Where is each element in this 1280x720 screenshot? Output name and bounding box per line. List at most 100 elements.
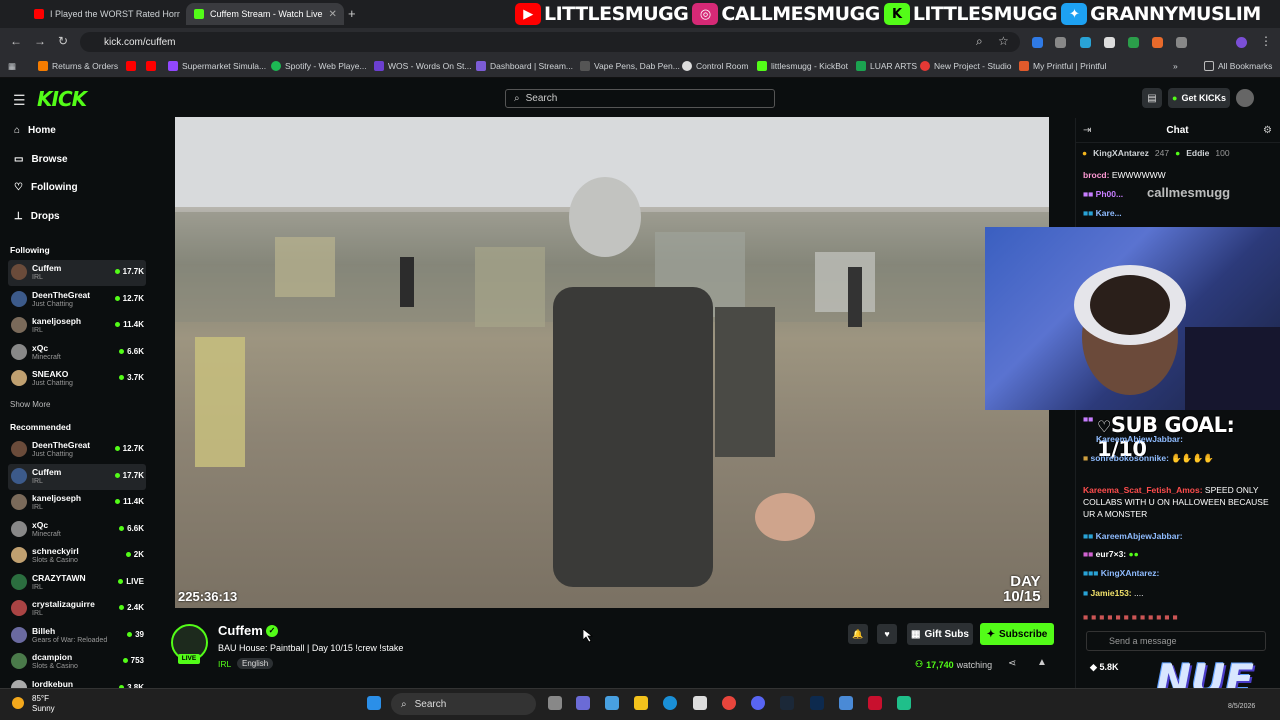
chat-username[interactable]: Jamie153: [1091,588,1132,598]
chat-username[interactable]: Kareema_Scat_Fetish_Amos: [1083,485,1203,495]
leader-name[interactable]: Eddie [1186,148,1209,158]
acrobat-icon[interactable] [868,696,882,710]
weather-widget[interactable]: 85°F Sunny [32,694,55,714]
photoshop-icon[interactable] [810,696,824,710]
sidebar-channel[interactable]: CRAZYTAWN IRL LIVE [8,570,146,596]
sidebar-channel[interactable]: xQc Minecraft 6.6K [8,340,146,366]
get-kicks-button[interactable]: ● Get KICKs [1168,88,1230,108]
teams-icon[interactable] [576,696,590,710]
notepad-icon[interactable] [839,696,853,710]
sidebar-channel[interactable]: DeenTheGreat Just Chatting 12.7K [8,437,146,463]
browser-tab-youtube[interactable]: I Played the WORST Rated Horr ✕ [26,3,182,25]
gift-subs-button[interactable]: ▦ Gift Subs [907,623,973,645]
category-link[interactable]: IRL [218,659,231,669]
chat-username[interactable]: Kare... [1096,208,1122,218]
sidebar-channel[interactable]: crystalizaguirre IRL 2.4K [8,596,146,622]
follow-heart-button[interactable]: ♥ [877,624,897,644]
extension-icon[interactable] [1152,37,1163,48]
nav-browse[interactable]: ▭ Browse [14,154,68,165]
steam-icon[interactable] [780,696,794,710]
bookmark-item[interactable]: New Project - Studio [920,61,1011,71]
copilot-icon[interactable] [605,696,619,710]
collapse-chat-icon[interactable]: ⇥ [1083,118,1091,143]
bookmarks-overflow-icon[interactable]: » [1173,61,1178,71]
taskbar-search[interactable]: ⌕ Search [391,693,536,715]
chat-input[interactable]: Send a message [1086,631,1266,651]
leader-name[interactable]: KingXAntarez [1093,148,1149,158]
bookmark-item[interactable]: littlesmugg - KickBot [757,61,848,71]
video-player[interactable] [175,117,1049,608]
forward-icon[interactable]: → [34,34,46,48]
sidebar-channel[interactable]: schneckyirl Slots & Casino 2K [8,543,146,569]
kick-logo[interactable]: KICK [37,87,87,111]
edge-icon[interactable] [663,696,677,710]
apps-grid-icon[interactable]: ▦ [8,61,16,72]
sidebar-channel[interactable]: kaneljoseph IRL 11.4K [8,490,146,516]
report-icon[interactable]: ▲ [1037,657,1047,668]
sidebar-channel[interactable]: DeenTheGreat Just Chatting 12.7K [8,287,146,313]
chat-username[interactable]: sonrebokosonnike: [1091,453,1169,463]
chrome-icon[interactable] [722,696,736,710]
store-icon[interactable] [693,696,707,710]
bookmark-item[interactable]: LUAR ARTS [856,61,917,71]
sidebar-channel[interactable]: Cuffem IRL 17.7K [8,463,146,490]
chat-username[interactable]: KareemAbjewJabbar: [1096,434,1183,444]
reload-icon[interactable]: ↻ [58,34,68,48]
nav-drops[interactable]: ⊥ Drops [14,211,60,222]
sidebar-channel[interactable]: Cuffem IRL 17.7K [8,260,146,286]
streamer-name[interactable]: Cuffem [218,623,263,638]
bookmark-item[interactable] [146,61,156,71]
bookmark-item[interactable]: Dashboard | Stream... [476,61,573,71]
file-explorer-icon[interactable] [634,696,648,710]
nav-home[interactable]: ⌂ Home [14,125,56,136]
user-avatar[interactable] [1236,89,1254,107]
chat-username[interactable]: brocd: [1083,170,1109,180]
profile-avatar[interactable] [1236,37,1247,48]
bookmark-star-icon[interactable]: ☆ [998,34,1009,48]
extension-icon[interactable] [1055,37,1066,48]
sidebar-channel[interactable]: Billeh Gears of War: Reloaded 39 [8,623,146,649]
chat-username[interactable]: KareemAbjewJabbar: [1096,531,1183,541]
sidebar-channel[interactable]: SNEAKO Just Chatting 3.7K [8,366,146,392]
bookmark-item[interactable]: WOS - Words On St... [374,61,471,71]
language-tag[interactable]: English [237,658,274,669]
menu-hamburger-icon[interactable]: ☰ [13,92,26,109]
close-tab-icon[interactable]: ✕ [329,9,337,20]
task-view-icon[interactable] [548,696,562,710]
sidebar-channel[interactable]: xQc Minecraft 6.6K [8,517,146,543]
menu-kebab-icon[interactable]: ⋮ [1260,34,1272,48]
subscribe-button[interactable]: ✦ Subscribe [980,623,1054,645]
bookmark-item[interactable]: Control Room [682,61,748,71]
chat-settings-icon[interactable]: ⚙ [1263,118,1272,143]
back-icon[interactable]: ← [10,34,22,48]
extension-icon[interactable] [1128,37,1139,48]
search-input[interactable]: ⌕ Search [505,89,775,108]
extension-icon[interactable] [1104,37,1115,48]
all-bookmarks[interactable]: All Bookmarks [1204,61,1272,71]
bookmark-item[interactable] [126,61,136,71]
extensions-puzzle-icon[interactable] [1176,37,1187,48]
share-icon[interactable]: ⋖ [1008,658,1016,669]
bookmark-item[interactable]: Supermarket Simula... [168,61,266,71]
sidebar-channel[interactable]: kaneljoseph IRL 11.4K [8,313,146,339]
browser-tab-kick[interactable]: Cuffem Stream - Watch Live ✕ [186,3,344,25]
extension-icon[interactable] [1080,37,1091,48]
show-more-link[interactable]: Show More [10,400,50,409]
bookmark-item[interactable]: Spotify - Web Playe... [271,61,367,71]
extension-icon[interactable] [1032,37,1043,48]
bookmark-item[interactable]: Vape Pens, Dab Pen... [580,61,680,71]
notification-bell-button[interactable]: 🔔 [848,624,868,644]
chat-username[interactable]: Ph00... [1096,189,1123,199]
nav-following[interactable]: ♡ Following [14,182,78,193]
kick-app-icon[interactable] [897,696,911,710]
bookmark-item[interactable]: My Printful | Printful [1019,61,1107,71]
windows-start-icon[interactable] [367,696,381,710]
discord-icon[interactable] [751,696,765,710]
bookmark-item[interactable]: Returns & Orders [38,61,118,71]
new-tab-button[interactable]: + [348,6,356,21]
zoom-icon[interactable]: ⌕ [976,34,983,49]
sidebar-channel[interactable]: dcampion Slots & Casino 753 [8,649,146,675]
clips-icon[interactable]: ▤ [1142,88,1162,108]
chat-username[interactable]: eur7×3: [1096,549,1126,559]
chat-username[interactable]: KingXAntarez: [1101,568,1160,578]
